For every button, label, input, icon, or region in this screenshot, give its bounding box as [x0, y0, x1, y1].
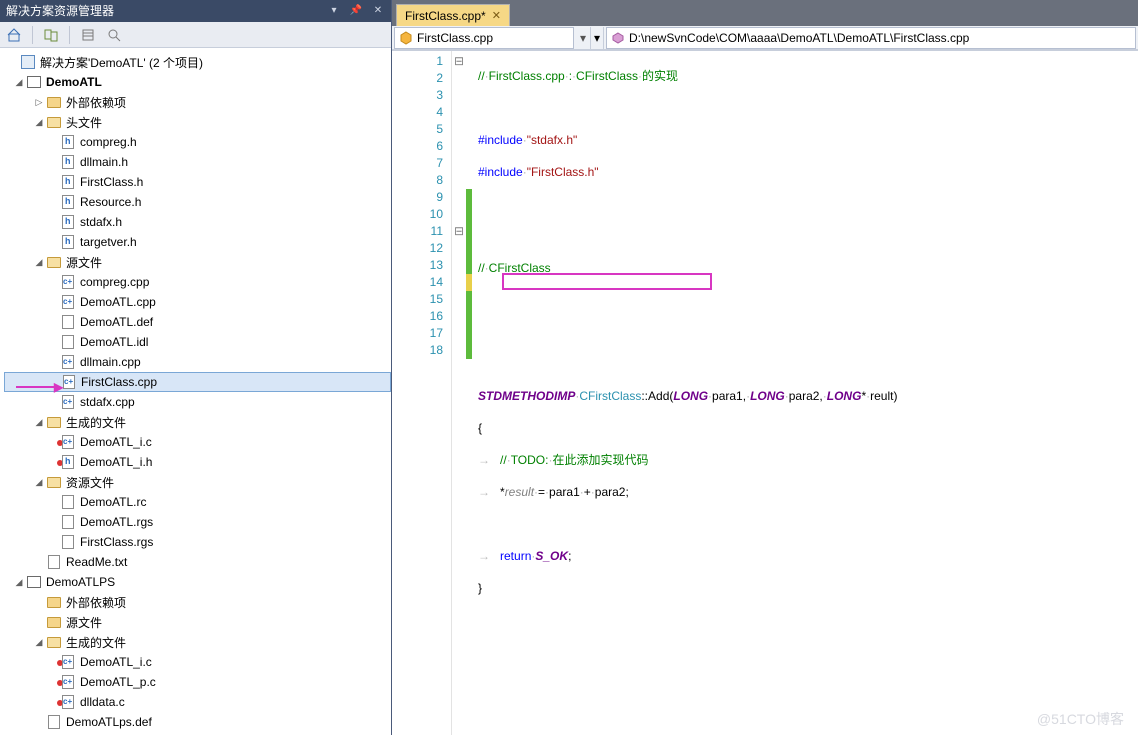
- pin-icon[interactable]: 📌: [349, 4, 363, 18]
- cpp-file-icon: [399, 31, 413, 45]
- file-stdafx-h[interactable]: stdafx.h: [4, 212, 391, 232]
- folder-external-deps-2[interactable]: 外部依赖项: [4, 592, 391, 612]
- file-stdafx-cpp[interactable]: stdafx.cpp: [4, 392, 391, 412]
- panel-titlebar: 解决方案资源管理器 ▾ 📌 ✕: [0, 0, 391, 22]
- show-all-icon[interactable]: [104, 25, 124, 45]
- project-node-demoatlps[interactable]: ◢DemoATLPS: [4, 572, 391, 592]
- code-editor[interactable]: 123456789 101112131415161718 ⊟ ⊟ //·Firs…: [392, 50, 1138, 735]
- code-area[interactable]: //·FirstClass.cpp·:·CFirstClass·的实现 #inc…: [472, 51, 1138, 735]
- file-compreg-h[interactable]: compreg.h: [4, 132, 391, 152]
- editor-tab-firstclass[interactable]: FirstClass.cpp* ✕: [396, 4, 510, 26]
- file-demoatl-ic-2[interactable]: DemoATL_i.c: [4, 652, 391, 672]
- file-demoatl-rgs[interactable]: DemoATL.rgs: [4, 512, 391, 532]
- outline-column[interactable]: ⊟ ⊟: [452, 51, 466, 735]
- file-path: D:\newSvnCode\COM\aaaa\DemoATL\DemoATL\F…: [629, 31, 969, 45]
- member-dropdown[interactable]: D:\newSvnCode\COM\aaaa\DemoATL\DemoATL\F…: [606, 27, 1136, 49]
- line-numbers: 123456789 101112131415161718: [392, 51, 452, 735]
- navigation-bar: FirstClass.cpp ▾ ▾ D:\newSvnCode\COM\aaa…: [392, 26, 1138, 50]
- project-label: DemoATLPS: [46, 575, 115, 589]
- file-dllmain-cpp[interactable]: dllmain.cpp: [4, 352, 391, 372]
- file-demoatl-rc[interactable]: DemoATL.rc: [4, 492, 391, 512]
- solution-label: 解决方案'DemoATL' (2 个项目): [40, 54, 203, 71]
- project-label: DemoATL: [46, 75, 102, 89]
- solution-explorer-panel: 解决方案资源管理器 ▾ 📌 ✕ 解决方案'DemoATL' (2 个项目) ◢D…: [0, 0, 392, 735]
- file-firstclass-cpp[interactable]: FirstClass.cpp: [4, 372, 391, 392]
- file-demoatl-cpp[interactable]: DemoATL.cpp: [4, 292, 391, 312]
- folder-external-deps[interactable]: ▷外部依赖项: [4, 92, 391, 112]
- folder-sources-2[interactable]: 源文件: [4, 612, 391, 632]
- panel-title: 解决方案资源管理器: [6, 0, 327, 22]
- file-demoatl-def[interactable]: DemoATL.def: [4, 312, 391, 332]
- scope-label: FirstClass.cpp: [417, 31, 493, 45]
- panel-toolbar: [0, 22, 391, 48]
- home-icon[interactable]: [4, 25, 24, 45]
- file-firstclass-rgs[interactable]: FirstClass.rgs: [4, 532, 391, 552]
- file-demoatlps-def[interactable]: DemoATLps.def: [4, 712, 391, 732]
- function-icon: [611, 31, 625, 45]
- solution-tree[interactable]: 解决方案'DemoATL' (2 个项目) ◢DemoATL ▷外部依赖项 ◢头…: [0, 48, 391, 735]
- nav-splitter[interactable]: ▾: [590, 27, 604, 49]
- file-demoatl-idl[interactable]: DemoATL.idl: [4, 332, 391, 352]
- file-targetver-h[interactable]: targetver.h: [4, 232, 391, 252]
- folder-headers[interactable]: ◢头文件: [4, 112, 391, 132]
- close-icon[interactable]: ✕: [371, 4, 385, 18]
- editor-tabs: FirstClass.cpp* ✕: [392, 0, 1138, 26]
- file-dllmain-h[interactable]: dllmain.h: [4, 152, 391, 172]
- file-resource-h[interactable]: Resource.h: [4, 192, 391, 212]
- refresh-icon[interactable]: [41, 25, 61, 45]
- file-dlldata-c[interactable]: dlldata.c: [4, 692, 391, 712]
- folder-sources[interactable]: ◢源文件: [4, 252, 391, 272]
- file-compreg-cpp[interactable]: compreg.cpp: [4, 272, 391, 292]
- file-firstclass-h[interactable]: FirstClass.h: [4, 172, 391, 192]
- properties-icon[interactable]: [78, 25, 98, 45]
- dropdown-arrow-icon[interactable]: ▾: [576, 31, 590, 45]
- folder-resources[interactable]: ◢资源文件: [4, 472, 391, 492]
- folder-generated-2[interactable]: ◢生成的文件: [4, 632, 391, 652]
- project-node-demoatl[interactable]: ◢DemoATL: [4, 72, 391, 92]
- solution-node[interactable]: 解决方案'DemoATL' (2 个项目): [4, 52, 391, 72]
- folder-generated[interactable]: ◢生成的文件: [4, 412, 391, 432]
- editor-panel: FirstClass.cpp* ✕ FirstClass.cpp ▾ ▾ D:\…: [392, 0, 1138, 735]
- file-demoatl-ic[interactable]: DemoATL_i.c: [4, 432, 391, 452]
- file-demoatl-ih[interactable]: DemoATL_i.h: [4, 452, 391, 472]
- tab-label: FirstClass.cpp*: [405, 9, 486, 23]
- file-demoatl-pc[interactable]: DemoATL_p.c: [4, 672, 391, 692]
- scope-dropdown[interactable]: FirstClass.cpp: [394, 27, 574, 49]
- file-readme[interactable]: ReadMe.txt: [4, 552, 391, 572]
- dropdown-icon[interactable]: ▾: [327, 4, 341, 18]
- tab-close-icon[interactable]: ✕: [492, 9, 501, 22]
